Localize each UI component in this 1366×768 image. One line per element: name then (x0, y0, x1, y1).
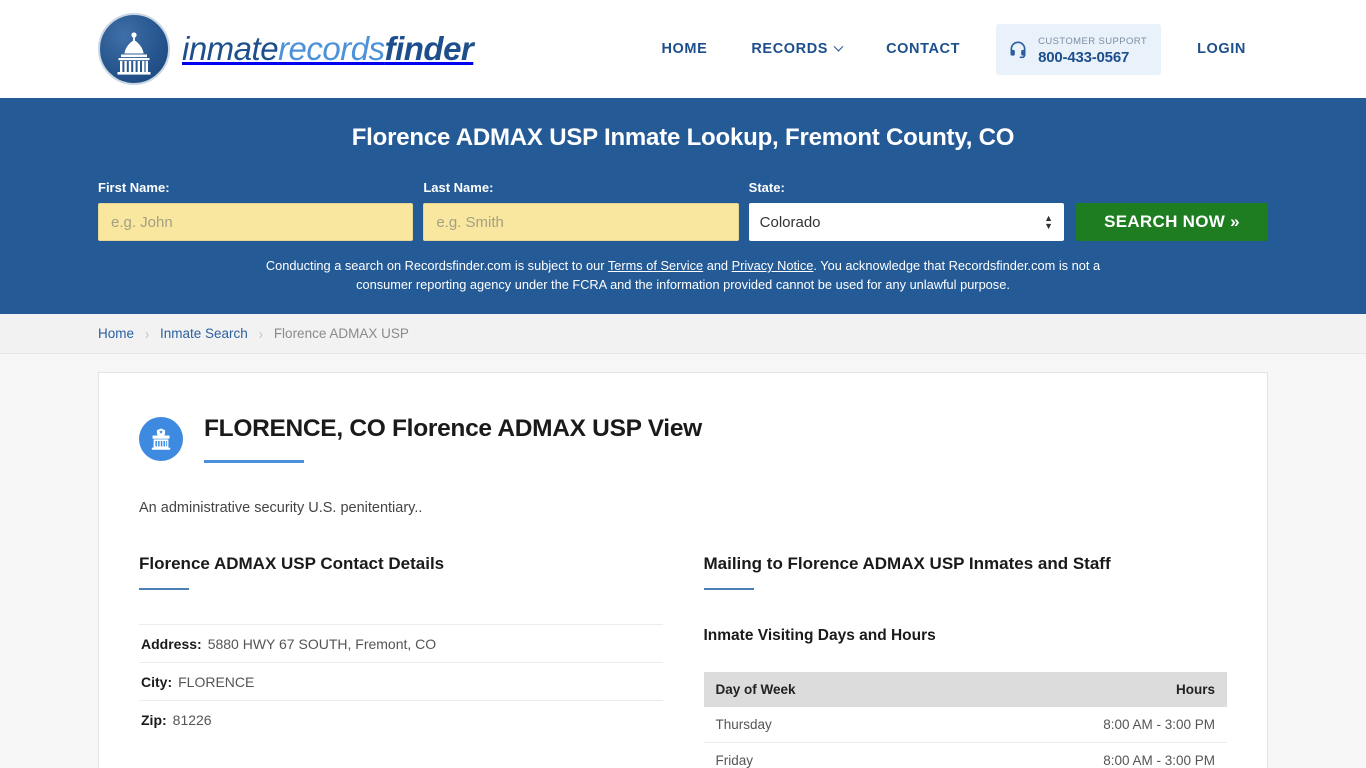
brand-part-2: records (278, 30, 385, 67)
nav-login-label: LOGIN (1197, 41, 1246, 57)
first-name-field-group: First Name: (98, 180, 414, 241)
prison-building-icon (139, 417, 183, 462)
breadcrumb-separator-icon: › (145, 325, 150, 342)
search-disclaimer: Conducting a search on Recordsfinder.com… (253, 257, 1113, 294)
section-underline-accent (139, 588, 189, 591)
cell-day: Thursday (703, 707, 931, 744)
section-underline-accent (703, 588, 754, 591)
column-header-hours: Hours (930, 672, 1227, 708)
page-content-wrapper: FLORENCE, CO Florence ADMAX USP View An … (0, 354, 1366, 768)
brand-part-3: finder (384, 30, 474, 67)
first-name-label: First Name: (98, 180, 170, 195)
disclaimer-pre: Conducting a search on Recordsfinder.com… (265, 258, 608, 273)
detail-key: Zip: (141, 712, 167, 729)
last-name-field-group: Last Name: (423, 180, 739, 241)
capitol-dome-icon (98, 13, 170, 85)
support-phone: 800-433-0567 (1038, 48, 1130, 66)
detail-key: Address: (141, 636, 202, 653)
first-name-input[interactable] (98, 203, 414, 241)
detail-row-city: City: FLORENCE (139, 662, 663, 700)
facility-description: An administrative security U.S. penitent… (139, 500, 423, 517)
mailing-heading: Mailing to Florence ADMAX USP Inmates an… (703, 554, 1111, 574)
breadcrumb: Home › Inmate Search › Florence ADMAX US… (0, 314, 1366, 355)
breadcrumb-item-home[interactable]: Home (98, 326, 134, 341)
page-title: FLORENCE, CO Florence ADMAX USP View (204, 415, 702, 443)
brand-wordmark: inmaterecordsfinder (182, 30, 474, 68)
visiting-hours-heading: Inmate Visiting Days and Hours (703, 627, 936, 645)
table-row: Friday 8:00 AM - 3:00 PM (703, 742, 1227, 768)
facility-detail-card: FLORENCE, CO Florence ADMAX USP View An … (98, 372, 1268, 768)
inmate-search-form: First Name: Last Name: State: ▲▼ SEARCH … (98, 180, 1268, 241)
terms-of-service-link[interactable]: Terms of Service (608, 258, 703, 273)
breadcrumb-separator-icon: › (258, 325, 263, 342)
detail-key: City: (141, 674, 173, 691)
contact-details-list: Address: 5880 HWY 67 SOUTH, Fremont, CO C… (139, 624, 663, 738)
contact-details-column: Florence ADMAX USP Contact Details Addre… (139, 554, 663, 768)
nav-home[interactable]: HOME (639, 41, 729, 57)
brand-part-1: inmate (182, 30, 279, 67)
title-underline-accent (204, 460, 304, 464)
mailing-visiting-column: Mailing to Florence ADMAX USP Inmates an… (703, 554, 1227, 768)
nav-records[interactable]: RECORDS (729, 41, 864, 57)
hero-search-section: Florence ADMAX USP Inmate Lookup, Fremon… (0, 98, 1366, 315)
detail-value: 81226 (172, 712, 212, 729)
table-header-row: Day of Week Hours (703, 672, 1227, 708)
contact-details-heading: Florence ADMAX USP Contact Details (139, 554, 445, 574)
nav-records-label: RECORDS (751, 41, 829, 57)
last-name-label: Last Name: (423, 180, 494, 195)
column-header-day: Day of Week (703, 672, 931, 708)
detail-value: FLORENCE (178, 674, 255, 691)
site-header: inmaterecordsfinder HOME RECORDS CONTACT (0, 0, 1366, 98)
site-logo[interactable]: inmaterecordsfinder (98, 13, 474, 85)
cell-day: Friday (703, 742, 931, 768)
headset-icon (1008, 39, 1028, 59)
table-row: Thursday 8:00 AM - 3:00 PM (703, 707, 1227, 744)
main-navigation: HOME RECORDS CONTACT CUSTOMER SUPPORT 80… (639, 23, 1268, 75)
search-now-button[interactable]: SEARCH NOW » (1075, 203, 1268, 241)
breadcrumb-item-inmate-search[interactable]: Inmate Search (160, 326, 248, 341)
detail-row-zip: Zip: 81226 (139, 700, 663, 738)
chevron-down-icon (833, 41, 844, 52)
support-caption: CUSTOMER SUPPORT (1038, 35, 1148, 47)
cell-hours: 8:00 AM - 3:00 PM (930, 707, 1227, 744)
breadcrumb-item-current: Florence ADMAX USP (273, 326, 409, 342)
last-name-input[interactable] (423, 203, 739, 241)
nav-contact[interactable]: CONTACT (864, 41, 982, 57)
disclaimer-mid: and (703, 258, 732, 273)
nav-home-label: HOME (661, 41, 708, 57)
state-label: State: (748, 180, 785, 195)
cell-hours: 8:00 AM - 3:00 PM (930, 742, 1227, 768)
customer-support-button[interactable]: CUSTOMER SUPPORT 800-433-0567 (996, 23, 1162, 75)
visiting-hours-table: Day of Week Hours Thursday 8:00 AM - 3:0… (703, 672, 1227, 768)
state-select[interactable] (748, 203, 1064, 241)
state-field-group: State: ▲▼ (748, 180, 1064, 241)
detail-columns: Florence ADMAX USP Contact Details Addre… (139, 554, 1227, 768)
nav-contact-label: CONTACT (886, 41, 961, 57)
hero-title: Florence ADMAX USP Inmate Lookup, Fremon… (351, 124, 1015, 151)
detail-row-address: Address: 5880 HWY 67 SOUTH, Fremont, CO (139, 624, 663, 662)
page-title-row: FLORENCE, CO Florence ADMAX USP View (139, 415, 1227, 464)
detail-value: 5880 HWY 67 SOUTH, Fremont, CO (207, 636, 437, 653)
privacy-notice-link[interactable]: Privacy Notice (732, 258, 814, 273)
nav-login[interactable]: LOGIN (1175, 41, 1268, 57)
